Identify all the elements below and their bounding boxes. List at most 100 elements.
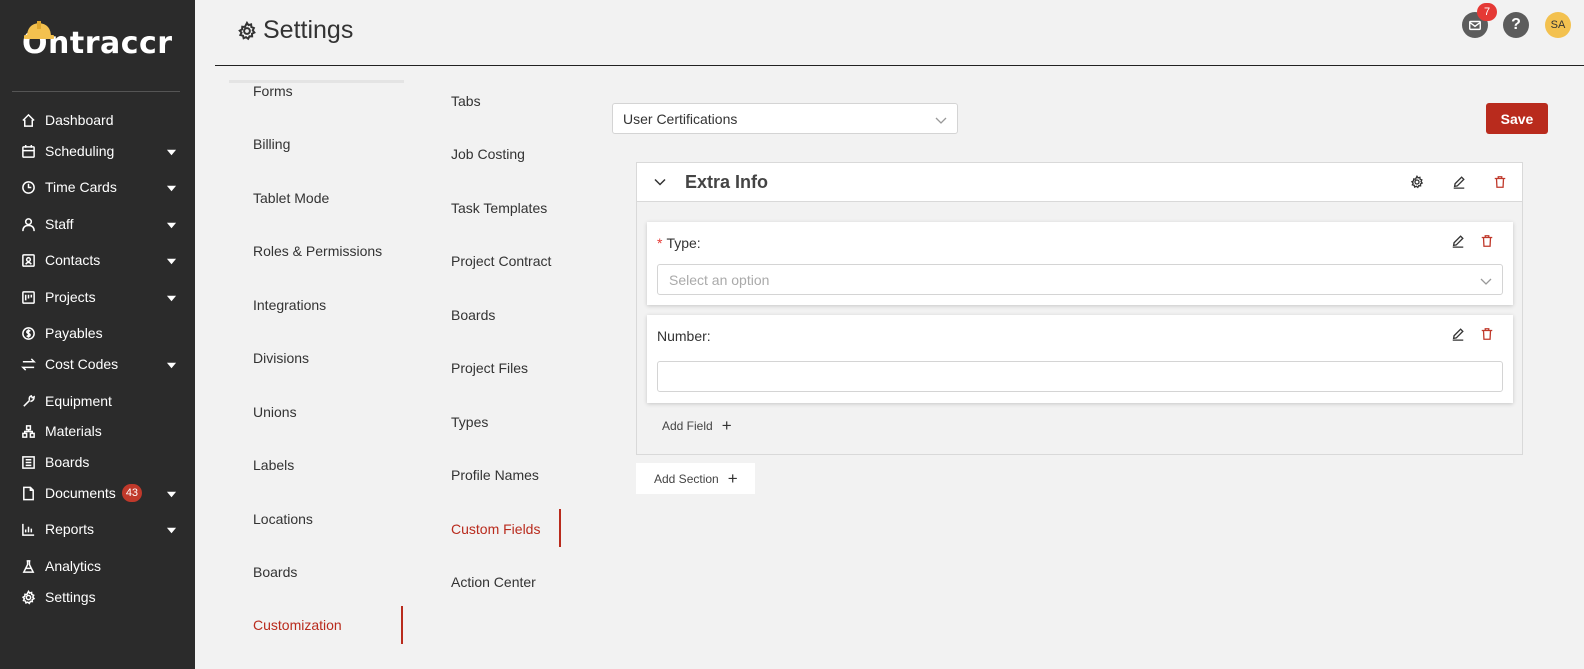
- field-edit-button[interactable]: [1449, 325, 1467, 343]
- section-settings-button[interactable]: [1408, 173, 1426, 191]
- hard-hat-icon: [24, 21, 54, 39]
- help-button[interactable]: ?: [1503, 12, 1529, 38]
- settings-menu-item-labels[interactable]: Labels: [253, 457, 294, 473]
- entity-select[interactable]: User Certifications: [612, 103, 958, 134]
- settings-menu-item-integrations[interactable]: Integrations: [253, 297, 326, 313]
- sidebar-item-equipment[interactable]: Equipment: [0, 387, 195, 415]
- pencil-icon: [1452, 235, 1464, 248]
- sidebar-item-label: Boards: [45, 454, 90, 470]
- required-asterisk: *: [657, 235, 663, 251]
- type-select[interactable]: Select an option: [657, 264, 1503, 295]
- settings-menu-item-locations[interactable]: Locations: [253, 511, 313, 527]
- pencil-icon: [1452, 328, 1464, 341]
- chevron-down-icon[interactable]: [166, 358, 178, 370]
- customization-menu-item-action-center[interactable]: Action Center: [451, 574, 536, 590]
- settings-menu-item-forms[interactable]: Forms: [253, 83, 293, 99]
- customization-menu-item-project-files[interactable]: Project Files: [451, 360, 528, 376]
- chevron-down-icon[interactable]: [166, 487, 178, 499]
- settings-menu-active-indicator: [401, 606, 403, 644]
- sidebar-item-projects[interactable]: Projects: [0, 283, 195, 311]
- gear-icon: [1410, 175, 1424, 189]
- sidebar-item-label: Scheduling: [45, 143, 115, 159]
- trash-icon: [1494, 176, 1506, 188]
- sidebar-item-staff[interactable]: Staff: [0, 210, 195, 238]
- wrench-icon: [20, 393, 36, 409]
- save-button[interactable]: Save: [1486, 103, 1548, 134]
- sidebar-item-settings[interactable]: Settings: [0, 583, 195, 611]
- sidebar-item-label: Projects: [45, 289, 96, 305]
- chart-icon: [20, 521, 36, 537]
- plus-icon: +: [721, 416, 732, 435]
- swap-icon: [20, 356, 36, 372]
- sidebar-item-time-cards[interactable]: Time Cards: [0, 173, 195, 201]
- chevron-down-icon[interactable]: [166, 254, 178, 266]
- field-edit-button[interactable]: [1449, 232, 1467, 250]
- customization-menu-item-project-contract[interactable]: Project Contract: [451, 253, 551, 269]
- sidebar-item-cost-codes[interactable]: Cost Codes: [0, 350, 195, 378]
- calendar-icon: [20, 143, 36, 159]
- projects-icon: [20, 289, 36, 305]
- settings-menu-item-customization[interactable]: Customization: [253, 617, 342, 633]
- form-section: Extra Info * Type: Select an option Numbe…: [636, 162, 1523, 455]
- add-field-label: Add Field: [662, 419, 713, 433]
- sidebar-item-label: Equipment: [45, 393, 112, 409]
- chevron-down-icon[interactable]: [166, 218, 178, 230]
- number-input[interactable]: [657, 361, 1503, 392]
- chevron-down-icon: [935, 113, 947, 125]
- flask-icon: [20, 558, 36, 574]
- customization-menu-item-boards[interactable]: Boards: [451, 307, 495, 323]
- sidebar-item-dashboard[interactable]: Dashboard: [0, 106, 195, 134]
- add-field-button[interactable]: Add Field +: [662, 416, 732, 435]
- sidebar-item-payables[interactable]: Payables: [0, 319, 195, 347]
- app-logo[interactable]: Ontraccr: [22, 20, 173, 64]
- dollar-icon: [20, 325, 36, 341]
- field-delete-button[interactable]: [1478, 325, 1496, 343]
- board-icon: [20, 454, 36, 470]
- sidebar-item-materials[interactable]: Materials: [0, 417, 195, 445]
- sidebar-item-analytics[interactable]: Analytics: [0, 552, 195, 580]
- settings-menu-item-divisions[interactable]: Divisions: [253, 350, 309, 366]
- sidebar-item-reports[interactable]: Reports: [0, 515, 195, 543]
- collapse-chevron-icon[interactable]: [653, 175, 667, 189]
- customization-menu-item-tabs[interactable]: Tabs: [451, 93, 481, 109]
- notifications-badge: 7: [1477, 3, 1497, 21]
- customization-menu-item-task-templates[interactable]: Task Templates: [451, 200, 547, 216]
- add-section-label: Add Section: [654, 471, 719, 486]
- sidebar-item-scheduling[interactable]: Scheduling: [0, 137, 195, 165]
- sidebar-item-label: Documents: [45, 485, 116, 501]
- field-delete-button[interactable]: [1478, 232, 1496, 250]
- settings-menu-item-boards[interactable]: Boards: [253, 564, 297, 580]
- home-icon: [20, 112, 36, 128]
- customization-menu-item-custom-fields[interactable]: Custom Fields: [451, 521, 540, 537]
- sidebar-item-documents[interactable]: Documents 43: [0, 479, 195, 507]
- sidebar-item-boards[interactable]: Boards: [0, 448, 195, 476]
- chevron-down-icon[interactable]: [166, 181, 178, 193]
- mail-icon: [1469, 20, 1481, 31]
- section-title: Extra Info: [685, 172, 769, 192]
- pencil-icon: [1453, 176, 1465, 189]
- settings-menu-item-tablet-mode[interactable]: Tablet Mode: [253, 190, 329, 206]
- chevron-down-icon[interactable]: [166, 145, 178, 157]
- add-section-button[interactable]: Add Section +: [636, 463, 755, 494]
- avatar[interactable]: SA: [1545, 12, 1571, 38]
- section-edit-button[interactable]: [1450, 173, 1468, 191]
- chevron-down-icon[interactable]: [166, 291, 178, 303]
- section-delete-button[interactable]: [1491, 173, 1509, 191]
- page-title: Settings: [237, 16, 353, 45]
- customization-menu-item-job-costing[interactable]: Job Costing: [451, 146, 525, 162]
- chevron-down-icon: [1480, 274, 1492, 286]
- gear-icon: [238, 20, 256, 40]
- section-header: Extra Info: [637, 163, 1522, 202]
- customization-menu-item-types[interactable]: Types: [451, 414, 488, 430]
- chevron-down-icon[interactable]: [166, 523, 178, 535]
- sidebar-item-label: Analytics: [45, 558, 102, 574]
- sidebar-item-label: Time Cards: [45, 179, 117, 195]
- settings-menu-item-unions[interactable]: Unions: [253, 404, 297, 420]
- settings-menu-item-roles-permissions[interactable]: Roles & Permissions: [253, 243, 382, 259]
- trash-icon: [1481, 235, 1493, 247]
- customization-menu-item-profile-names[interactable]: Profile Names: [451, 467, 539, 483]
- entity-select-value: User Certifications: [623, 110, 738, 127]
- sidebar-item-contacts[interactable]: Contacts: [0, 246, 195, 274]
- file-icon: [20, 485, 36, 501]
- settings-menu-item-billing[interactable]: Billing: [253, 136, 290, 152]
